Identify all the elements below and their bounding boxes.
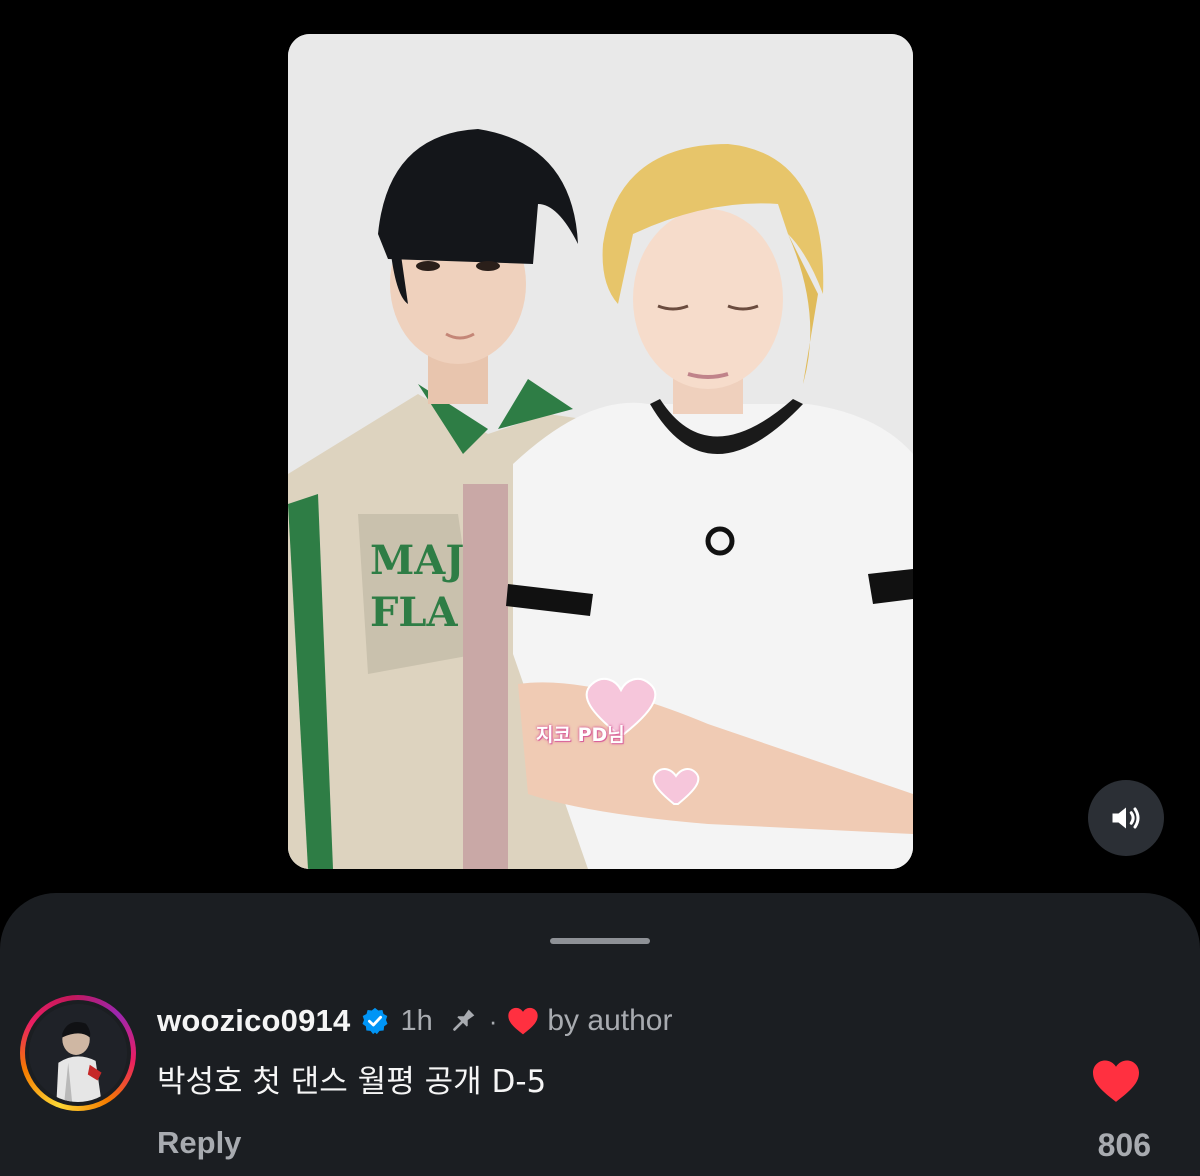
verified-badge-icon (360, 1006, 390, 1036)
like-button[interactable] (1090, 1058, 1142, 1104)
comments-sheet: woozico0914 1h · by author 박성호 첫 댄스 월평 공… (0, 893, 1200, 1176)
mute-toggle-button[interactable] (1088, 780, 1164, 856)
user-avatar-story-ring[interactable] (20, 995, 136, 1111)
comment-meta: woozico0914 1h · by author (157, 1003, 672, 1039)
liked-by-author-label: by author (547, 1004, 673, 1037)
svg-text:MAJ: MAJ (370, 537, 464, 584)
sheet-drag-handle[interactable] (550, 938, 650, 944)
comment-body: 박성호 첫 댄스 월평 공개 D-5 (157, 1064, 547, 1100)
comment-username[interactable]: woozico0914 (157, 1003, 350, 1039)
comment-timestamp: 1h (400, 1004, 433, 1037)
video-sticker-text: 지코 PD님 (536, 724, 625, 746)
meta-separator: · (488, 1005, 498, 1036)
svg-text:FLA: FLA (370, 589, 459, 636)
heart-icon (507, 1006, 539, 1036)
reply-button[interactable]: Reply (157, 1125, 241, 1161)
video-player[interactable]: MAJ FLA 지코 PD님 (288, 34, 913, 869)
pin-icon (447, 1005, 479, 1037)
speaker-volume-icon (1112, 807, 1140, 829)
like-count: 806 (1097, 1127, 1151, 1163)
heart-filled-icon (1093, 1060, 1139, 1102)
avatar[interactable] (29, 1004, 127, 1102)
